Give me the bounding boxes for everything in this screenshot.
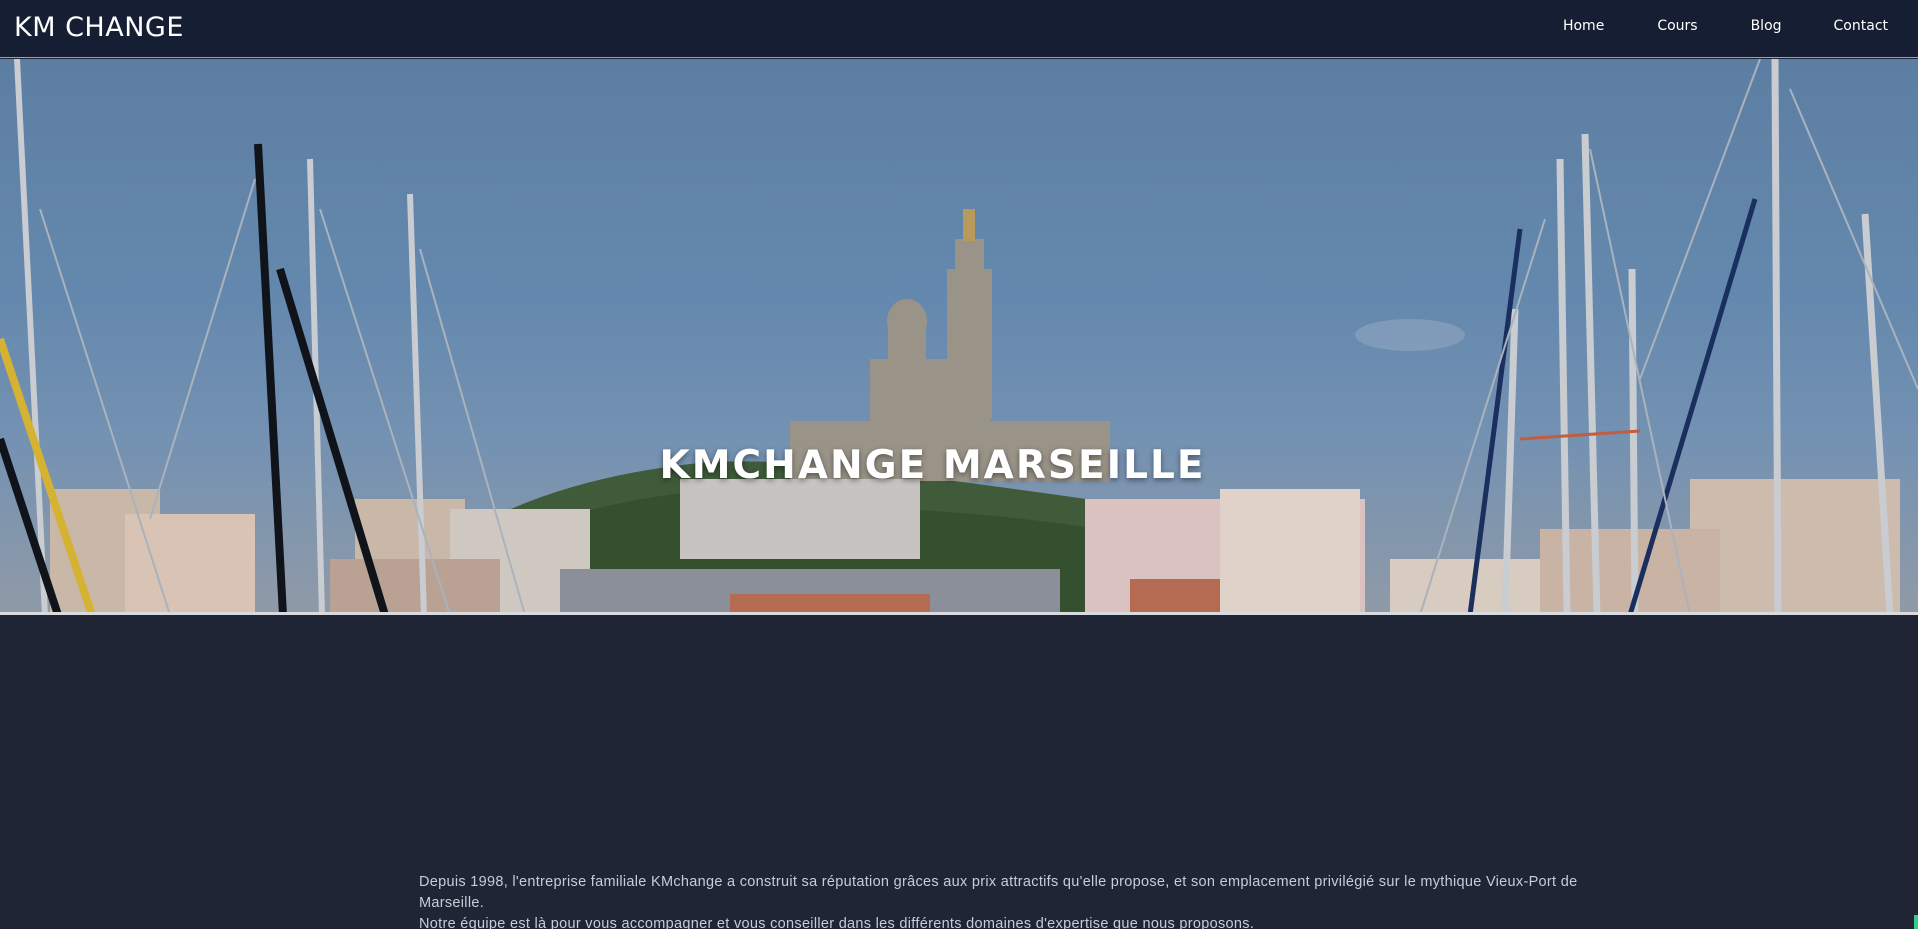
brand-logo[interactable]: KM CHANGE xyxy=(14,12,184,43)
main-content: Depuis 1998, l'entreprise familiale KMch… xyxy=(0,618,1918,929)
hero-image xyxy=(0,59,1918,612)
nav-link-home[interactable]: Home xyxy=(1563,0,1604,58)
navbar: KM CHANGE Home Cours Blog Contact xyxy=(0,0,1918,58)
scroll-indicator xyxy=(1914,915,1918,929)
intro-line-2: Notre équipe est là pour vous accompagne… xyxy=(419,916,1255,929)
nav-links: Home Cours Blog Contact xyxy=(1563,0,1918,58)
intro-text: Depuis 1998, l'entreprise familiale KMch… xyxy=(419,872,1619,929)
nav-link-cours[interactable]: Cours xyxy=(1657,0,1697,58)
intro-line-1: Depuis 1998, l'entreprise familiale KMch… xyxy=(419,874,1578,911)
hero-banner: KMCHANGE MARSEILLE xyxy=(0,59,1918,615)
nav-link-blog[interactable]: Blog xyxy=(1751,0,1782,58)
hero-title: KMCHANGE MARSEILLE xyxy=(659,443,1206,488)
nav-link-contact[interactable]: Contact xyxy=(1834,0,1888,58)
